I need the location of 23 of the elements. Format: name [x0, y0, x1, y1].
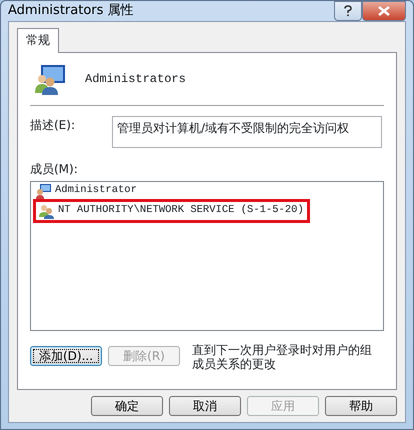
- description-label: 描述(E):: [30, 117, 76, 134]
- members-list[interactable]: Administrator NT AUTHORITY\NETWORK SERVICE (S-1-5-20): [30, 181, 384, 331]
- users-icon: [39, 203, 55, 219]
- close-icon: [378, 6, 390, 16]
- member-item[interactable]: Administrator: [33, 182, 140, 199]
- member-name: Administrator: [55, 182, 137, 198]
- member-item[interactable]: NT AUTHORITY\NETWORK SERVICE (S-1-5-20): [33, 199, 310, 223]
- description-field[interactable]: 管理员对计算机/域有不受限制的完全访问权: [112, 116, 382, 148]
- tab[interactable]: 常规: [17, 28, 59, 53]
- member-name: NT AUTHORITY\NETWORK SERVICE (S-1-5-20): [58, 203, 304, 218]
- cancel-button[interactable]: 取消: [169, 396, 241, 416]
- close-button[interactable]: [362, 1, 406, 21]
- group-name: Administrators: [85, 71, 186, 88]
- users-icon: [33, 63, 67, 95]
- members-label: 成员(M):: [30, 161, 78, 178]
- help-icon: [344, 5, 352, 17]
- window-title: Administrators 属性: [8, 2, 134, 20]
- user-icon: [36, 182, 52, 198]
- help-button[interactable]: [334, 1, 362, 21]
- add-button[interactable]: 添加(D)...: [30, 346, 102, 366]
- help-button[interactable]: 帮助: [325, 396, 397, 416]
- ok-button[interactable]: 确定: [91, 396, 163, 416]
- note-text: 直到下一次用户登录时对用户的组成员关系的更改: [192, 343, 373, 372]
